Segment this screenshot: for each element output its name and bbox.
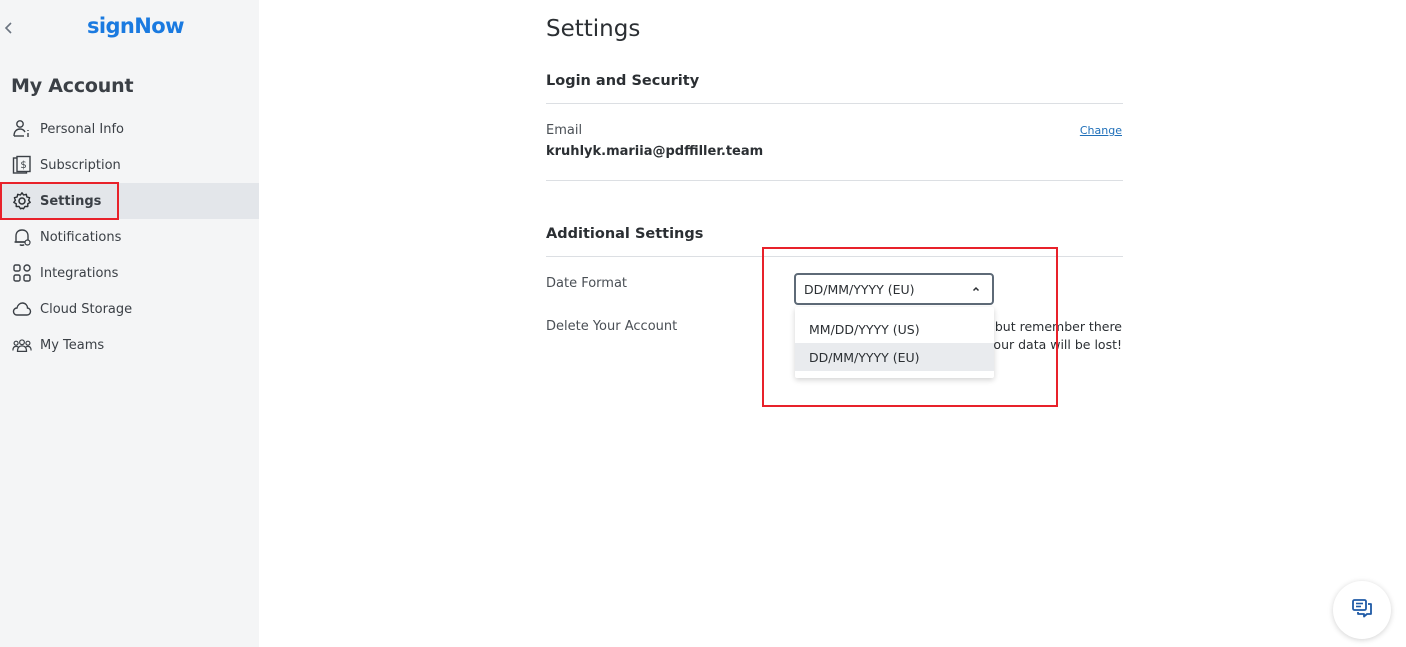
chat-icon [1351,598,1373,623]
dollar-document-icon: $ [11,155,32,176]
chat-support-button[interactable] [1333,581,1391,639]
sidebar-item-my-teams[interactable]: My Teams [0,327,259,363]
sidebar: signNow My Account Personal Info $ Subsc… [0,0,259,647]
sidebar-item-personal-info[interactable]: Personal Info [0,111,259,147]
divider [546,256,1123,257]
sidebar-item-label: Personal Info [40,121,124,137]
date-format-option-us[interactable]: MM/DD/YYYY (US) [795,315,994,343]
sidebar-item-label: Settings [40,193,102,209]
change-email-link[interactable]: Change [1080,124,1122,137]
sidebar-item-subscription[interactable]: $ Subscription [0,147,259,183]
sidebar-nav: Personal Info $ Subscription Settings No… [0,111,259,363]
additional-settings-heading: Additional Settings [546,226,704,242]
delete-account-label: Delete Your Account [546,319,678,334]
signnow-logo[interactable]: signNow [87,14,184,38]
page-title: Settings [546,16,641,42]
sidebar-item-label: My Teams [40,337,105,353]
email-label: Email [546,123,583,138]
gear-icon [11,191,32,212]
chevron-left-icon[interactable] [3,20,17,36]
sidebar-item-notifications[interactable]: Notifications [0,219,259,255]
chevron-up-icon [970,283,982,295]
person-info-icon [11,119,32,140]
cloud-icon [11,299,32,320]
sidebar-item-cloud-storage[interactable]: Cloud Storage [0,291,259,327]
date-format-label: Date Format [546,276,628,291]
sidebar-title: My Account [11,75,134,97]
bell-icon [11,227,32,248]
date-format-option-eu[interactable]: DD/MM/YYYY (EU) [795,343,994,371]
team-icon [11,335,32,356]
grid-icon [11,263,32,284]
login-security-heading: Login and Security [546,73,700,89]
sidebar-item-integrations[interactable]: Integrations [0,255,259,291]
date-format-value: DD/MM/YYYY (EU) [804,281,915,297]
sidebar-item-label: Subscription [40,157,121,173]
sidebar-item-label: Notifications [40,229,122,245]
divider [546,180,1123,181]
date-format-dropdown: MM/DD/YYYY (US) DD/MM/YYYY (EU) [795,307,994,378]
sidebar-item-label: Cloud Storage [40,301,133,317]
svg-text:$: $ [20,160,26,171]
sidebar-item-settings[interactable]: Settings [0,183,259,219]
divider [546,103,1123,104]
email-value: kruhlyk.mariia@pdffiller.team [546,144,764,159]
sidebar-item-label: Integrations [40,265,119,281]
date-format-select[interactable]: DD/MM/YYYY (EU) [794,273,994,305]
